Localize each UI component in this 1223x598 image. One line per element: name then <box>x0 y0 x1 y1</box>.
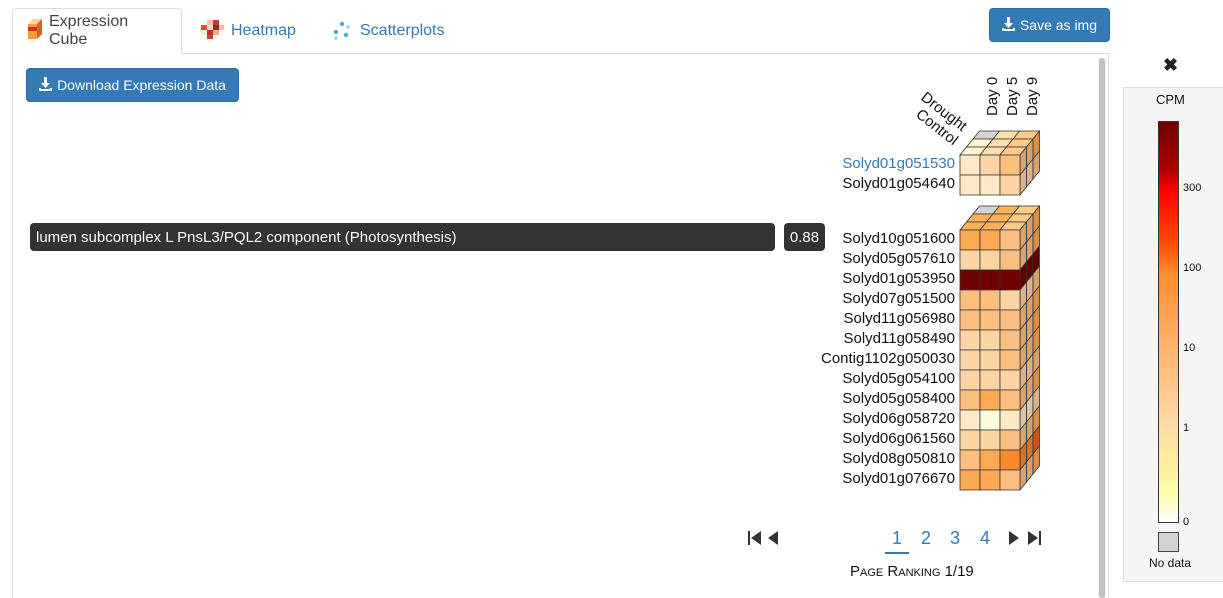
save-button-label: Save as img <box>1019 17 1098 33</box>
legend-colorbar <box>1158 121 1179 523</box>
legend-tick: 300 <box>1183 182 1202 194</box>
gene-cube-cell <box>979 309 1001 331</box>
query-cube-cell <box>979 154 1001 176</box>
expression-cube[interactable]: Day 0 Day 5 Day 9 Drought Control <box>900 60 1060 500</box>
column-label-day9: Day 9 <box>1024 77 1041 116</box>
gene-cube-cell <box>999 389 1021 411</box>
tab-scatterplots[interactable]: Scatterplots <box>318 8 458 54</box>
gene-cube-cell <box>959 389 981 411</box>
page-3-link[interactable]: 3 <box>944 528 966 549</box>
gene-cube-cell <box>959 409 981 431</box>
gene-cube-cell <box>979 449 1001 471</box>
page-1-link[interactable]: 1 <box>885 528 909 554</box>
gene-cube-cell <box>999 349 1021 371</box>
gene-cube-cell <box>959 469 981 491</box>
query-cube-cell <box>959 154 981 176</box>
no-data-label: No data <box>1149 556 1192 570</box>
gene-cube-cell <box>959 449 981 471</box>
gene-cube-cell <box>959 349 981 371</box>
tab-label: Heatmap <box>231 22 296 39</box>
legend-tick: 10 <box>1183 342 1196 354</box>
legend-tick: 0 <box>1183 516 1190 528</box>
legend-tick: 1 <box>1183 422 1190 434</box>
gene-cube-cell <box>999 469 1021 491</box>
cube-icon <box>25 18 43 45</box>
legend-tick: 100 <box>1183 262 1202 274</box>
gene-cube-cell <box>979 289 1001 311</box>
gene-cube-cell <box>979 349 1001 371</box>
save-as-img-button[interactable]: Save as img <box>989 8 1110 42</box>
prev-page-button[interactable] <box>767 530 779 551</box>
scatter-icon <box>330 18 354 45</box>
gene-cube-cell <box>959 229 981 251</box>
gene-cube-cell <box>999 409 1021 431</box>
gene-cube-cell <box>979 469 1001 491</box>
gene-cube-cell <box>999 269 1021 291</box>
gene-cube-cell <box>959 269 981 291</box>
gene-cube-cell <box>979 229 1001 251</box>
page-4-link[interactable]: 4 <box>974 528 996 549</box>
no-data-swatch <box>1158 532 1179 552</box>
function-annotation-bar: lumen subcomplex L PnsL3/PQL2 component … <box>30 223 775 251</box>
gene-cube-cell <box>979 269 1001 291</box>
gene-cube-cell <box>999 229 1021 251</box>
heatmap-icon <box>198 19 225 44</box>
query-cube-cell <box>979 174 1001 196</box>
last-page-button[interactable] <box>1027 530 1041 551</box>
gene-cube-cell <box>959 329 981 351</box>
query-cube-cell <box>999 154 1021 176</box>
query-cube-cell <box>959 174 981 196</box>
column-label-day5: Day 5 <box>1004 77 1021 116</box>
next-page-button[interactable] <box>1008 530 1020 551</box>
gene-cube-cell <box>959 249 981 271</box>
tab-label: Scatterplots <box>360 22 445 39</box>
gene-cube-cell <box>999 309 1021 331</box>
gene-cube-cell <box>959 429 981 451</box>
page-2-link[interactable]: 2 <box>915 528 937 549</box>
gene-cube-cell <box>999 429 1021 451</box>
tab-heatmap[interactable]: Heatmap <box>186 8 316 54</box>
gene-cube-cell <box>959 369 981 391</box>
gene-cube-cell <box>979 369 1001 391</box>
gene-cube-cell <box>999 329 1021 351</box>
scrollbar-thumb[interactable] <box>1099 58 1105 598</box>
tab-label: Expression Cube <box>49 13 129 48</box>
download-button-label: Download Expression Data <box>57 77 226 93</box>
close-icon[interactable]: ✖ <box>1163 55 1178 76</box>
column-label-day0: Day 0 <box>984 77 1001 116</box>
gene-cube-cell <box>979 389 1001 411</box>
gene-cube-cell <box>999 289 1021 311</box>
gene-cube-cell <box>979 429 1001 451</box>
download-icon <box>1001 16 1015 34</box>
gene-cube-cell <box>979 249 1001 271</box>
query-cube-cell <box>999 174 1021 196</box>
page-ranking: Page Ranking 1/19 <box>850 563 974 580</box>
gene-cube-cell <box>999 449 1021 471</box>
gene-cube-cell <box>959 309 981 331</box>
legend-title: CPM <box>1156 92 1185 107</box>
gene-cube-cell <box>999 249 1021 271</box>
gene-cube-cell <box>959 289 981 311</box>
gene-cube-cell <box>999 369 1021 391</box>
first-page-button[interactable] <box>748 530 762 551</box>
gene-cube-cell <box>979 409 1001 431</box>
function-label: lumen subcomplex L PnsL3/PQL2 component … <box>36 228 457 246</box>
download-expression-data-button[interactable]: Download Expression Data <box>26 68 239 102</box>
tab-expression-cube[interactable]: Expression Cube <box>12 8 182 54</box>
gene-cube-cell <box>979 329 1001 351</box>
download-icon <box>39 76 53 94</box>
